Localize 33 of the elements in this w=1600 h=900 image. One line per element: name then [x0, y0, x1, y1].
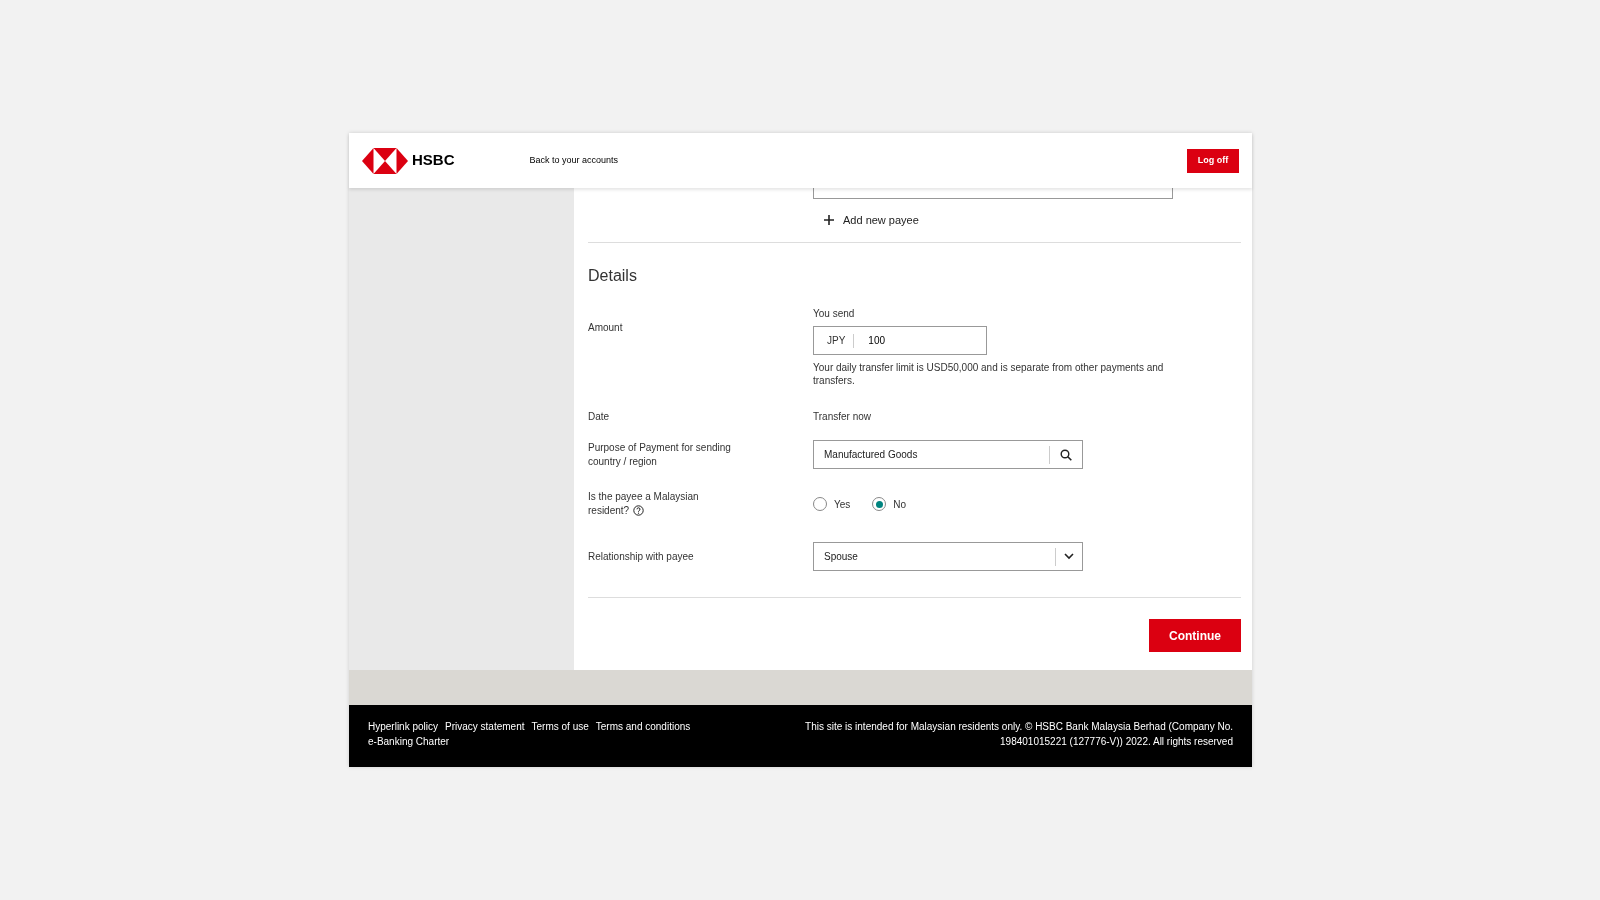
- plus-icon: [824, 215, 834, 225]
- back-link[interactable]: Back to your accounts: [529, 153, 619, 168]
- amount-field[interactable]: JPY 100: [813, 326, 987, 355]
- footer-link[interactable]: Terms and conditions: [595, 719, 691, 734]
- footer-link[interactable]: e-Banking Charter: [368, 734, 450, 749]
- search-icon[interactable]: [1060, 448, 1072, 461]
- details-heading: Details: [588, 266, 638, 286]
- relationship-select[interactable]: Spouse: [813, 542, 1083, 571]
- continue-button[interactable]: Continue: [1149, 619, 1241, 652]
- date-value: Transfer now: [813, 410, 871, 424]
- field-label: Is the payee a Malaysian resident?: [588, 490, 700, 518]
- resident-radio[interactable]: No: [872, 496, 907, 512]
- field-label: Purpose of Payment for sending country / region: [588, 440, 732, 469]
- field-label: Relationship with payee: [588, 550, 695, 564]
- field-label: Amount: [588, 321, 624, 335]
- limit-note: Your daily transfer limit is USD50,000 and is separate from other payments and transfers.: [813, 361, 1165, 387]
- footer-link[interactable]: Terms of use: [531, 719, 589, 734]
- resident-radio[interactable]: Yes: [813, 496, 851, 512]
- footer-link[interactable]: Hyperlink policy: [368, 719, 439, 734]
- add-payee-link[interactable]: Add new payee: [843, 211, 919, 229]
- purpose-search-field[interactable]: Manufactured Goods: [813, 440, 1083, 469]
- field-caption: You send: [813, 307, 856, 321]
- help-icon[interactable]: [633, 505, 645, 516]
- log-off-button[interactable]: Log off: [1187, 148, 1239, 173]
- purpose-value: Manufactured Goods: [823, 448, 919, 462]
- currency-code: JPY: [827, 333, 855, 348]
- amount-value: 100: [868, 334, 886, 348]
- chevron-down-icon: [1064, 553, 1074, 560]
- footer-link[interactable]: Privacy statement: [445, 719, 525, 734]
- field-label: Date: [588, 410, 611, 424]
- legal-notice: This site is intended for Malaysian residents only. © HSBC Bank Malaysia Berhad (Company No. 198401015221 (127776-V)) 2022. All rights reserved: [804, 720, 1233, 749]
- logo-text: HSBC: [412, 150, 455, 171]
- hexagon-logo-icon: [362, 147, 408, 174]
